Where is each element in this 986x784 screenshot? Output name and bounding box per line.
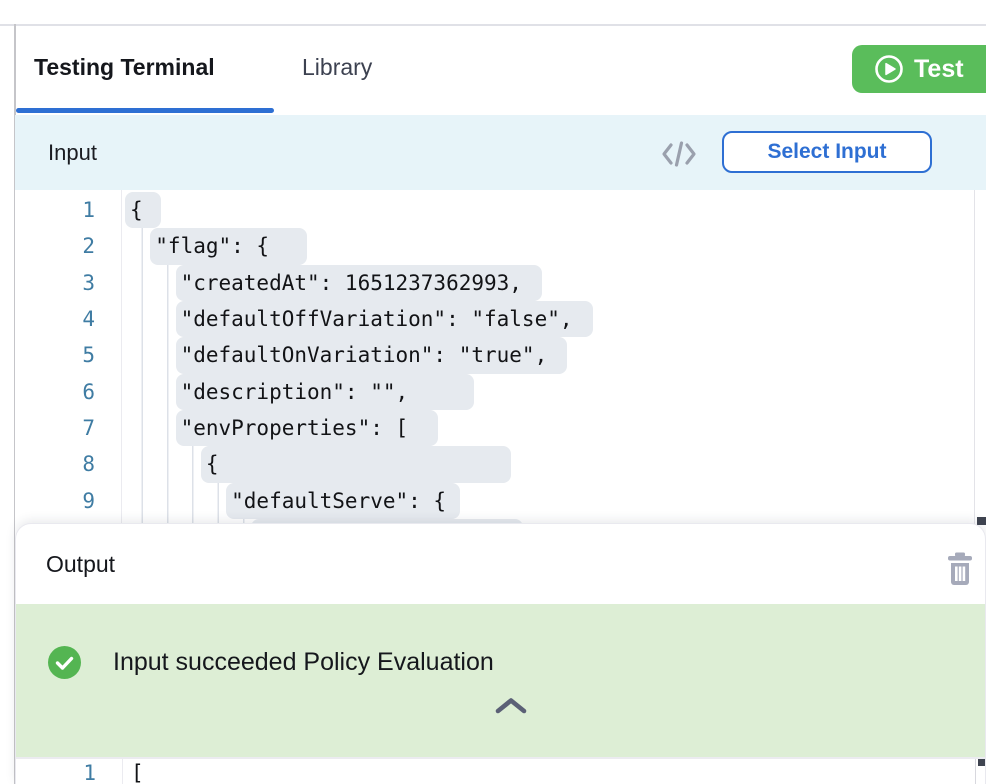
indent-guides bbox=[130, 410, 181, 446]
output-code-editor[interactable]: 1[ bbox=[16, 759, 985, 784]
evaluation-status-banner: Input succeeded Policy Evaluation bbox=[16, 604, 985, 757]
indent-guides bbox=[130, 446, 206, 482]
indent-guides bbox=[130, 483, 231, 519]
input-panel-title: Input bbox=[48, 115, 97, 190]
trash-icon bbox=[945, 574, 975, 591]
status-message: Input succeeded Policy Evaluation bbox=[113, 646, 494, 679]
code-text: "defaultServe": { bbox=[226, 483, 460, 519]
code-icon[interactable] bbox=[660, 140, 698, 173]
code-line: 9 "defaultServe": { bbox=[15, 483, 986, 519]
code-line: 4 "defaultOffVariation": "false", bbox=[15, 301, 986, 337]
code-text: "flag": { bbox=[150, 228, 307, 264]
code-line: 3 "createdAt": 1651237362993, bbox=[15, 265, 986, 301]
line-number: 1 bbox=[16, 755, 96, 784]
indent-guides bbox=[130, 301, 181, 337]
code-text: [ bbox=[126, 755, 144, 784]
code-text: "envProperties": [ bbox=[176, 410, 439, 446]
line-number: 3 bbox=[15, 265, 95, 301]
test-button[interactable]: Test bbox=[852, 45, 986, 93]
output-panel: Output bbox=[15, 523, 986, 784]
code-line: 1{ bbox=[15, 192, 986, 228]
line-number: 6 bbox=[15, 374, 95, 410]
code-line: 8{ bbox=[15, 446, 986, 482]
indent-guides bbox=[130, 337, 181, 373]
test-button-label: Test bbox=[914, 55, 964, 84]
indent-guides bbox=[130, 374, 181, 410]
top-divider bbox=[0, 24, 986, 26]
line-number: 1 bbox=[15, 192, 95, 228]
output-panel-header: Output bbox=[16, 524, 985, 604]
line-number: 4 bbox=[15, 301, 95, 337]
line-number: 7 bbox=[15, 410, 95, 446]
active-tab-underline bbox=[16, 108, 274, 113]
code-text: { bbox=[201, 446, 511, 482]
testing-terminal-page: Testing Terminal Library Test Input Sele… bbox=[0, 0, 986, 784]
play-circle-icon bbox=[874, 54, 904, 84]
line-number: 2 bbox=[15, 228, 95, 264]
line-number: 5 bbox=[15, 337, 95, 373]
check-circle-icon bbox=[48, 646, 81, 679]
code-text: "defaultOffVariation": "false", bbox=[176, 301, 593, 337]
code-line: 6 "description": "", bbox=[15, 374, 986, 410]
input-code-lines: 1{2"flag": {3"createdAt": 1651237362993,… bbox=[15, 192, 986, 540]
output-panel-title: Output bbox=[46, 524, 115, 604]
code-text: { bbox=[125, 192, 161, 228]
chevron-up-icon bbox=[494, 703, 528, 720]
input-code-editor[interactable]: 1{2"flag": {3"createdAt": 1651237362993,… bbox=[15, 190, 986, 540]
tab-testing-terminal[interactable]: Testing Terminal bbox=[34, 54, 215, 81]
indent-guides bbox=[130, 265, 181, 301]
collapse-output-button[interactable] bbox=[494, 696, 528, 716]
code-line: 1[ bbox=[16, 755, 985, 784]
code-line: 5 "defaultOnVariation": "true", bbox=[15, 337, 986, 373]
scrollbar-track bbox=[975, 759, 976, 784]
line-number: 8 bbox=[15, 446, 95, 482]
code-line: 7 "envProperties": [ bbox=[15, 410, 986, 446]
input-panel-header: Input Select Input bbox=[15, 115, 986, 190]
tab-library[interactable]: Library bbox=[302, 54, 372, 81]
code-line: 2 "flag": { bbox=[15, 228, 986, 264]
code-text: "description": "", bbox=[176, 374, 475, 410]
line-number: 9 bbox=[15, 483, 95, 519]
code-text: "createdAt": 1651237362993, bbox=[176, 265, 542, 301]
scrollbar-thumb[interactable] bbox=[978, 759, 986, 766]
code-text: "defaultOnVariation": "true", bbox=[176, 337, 568, 373]
clear-output-button[interactable] bbox=[945, 551, 975, 587]
output-code-lines: 1[ bbox=[16, 755, 985, 784]
select-input-button[interactable]: Select Input bbox=[722, 131, 932, 173]
scrollbar-track bbox=[974, 190, 975, 540]
